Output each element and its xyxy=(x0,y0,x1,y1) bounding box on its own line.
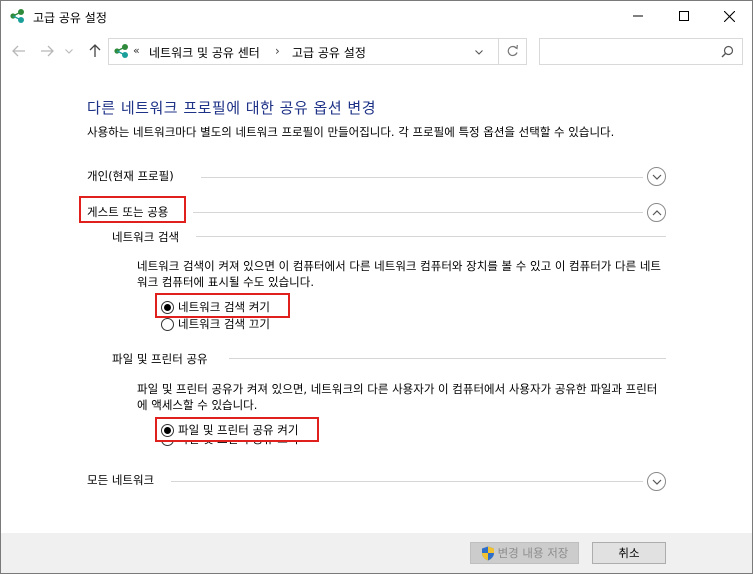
save-changes-button[interactable]: 변경 내용 저장 xyxy=(470,542,579,564)
radio-network-discovery-on-overlay[interactable]: 네트워크 검색 켜기 xyxy=(161,299,270,315)
window-title: 고급 공유 설정 xyxy=(33,11,107,25)
section-divider xyxy=(196,236,666,237)
breadcrumb-advanced-sharing-settings[interactable]: 고급 공유 설정 xyxy=(292,44,366,61)
recent-locations-button[interactable] xyxy=(63,41,75,61)
address-bar[interactable]: « 네트워크 및 공유 센터 › 고급 공유 설정 xyxy=(108,38,499,65)
navigation-bar: « 네트워크 및 공유 센터 › 고급 공유 설정 xyxy=(1,31,752,71)
arrow-up-icon xyxy=(89,44,101,57)
network-sharing-icon xyxy=(113,43,131,59)
radio-button-checked[interactable] xyxy=(161,423,174,437)
profile-all-networks-header[interactable]: 모든 네트워크 xyxy=(87,469,667,491)
close-button[interactable] xyxy=(706,1,752,31)
maximize-icon xyxy=(679,11,689,21)
minimize-icon xyxy=(633,15,643,17)
network-discovery-heading: 네트워크 검색 xyxy=(112,230,180,244)
chevron-down-icon xyxy=(652,479,661,485)
file-printer-sharing-description: 파일 및 프린터 공유가 켜져 있으면, 네트워크의 다른 사용자가 이 컴퓨터… xyxy=(137,382,658,412)
page-title: 다른 네트워크 프로필에 대한 공유 옵션 변경 xyxy=(87,99,377,117)
uac-shield-icon xyxy=(481,546,495,561)
profile-private-header[interactable]: 개인(현재 프로필) xyxy=(87,165,667,187)
section-divider xyxy=(193,212,643,213)
chevron-down-icon xyxy=(65,48,73,54)
section-divider xyxy=(229,358,666,359)
search-input[interactable] xyxy=(539,38,743,65)
radio-label: 파일 및 프린터 공유 켜기 xyxy=(178,423,299,437)
breadcrumb-overflow-button[interactable]: « xyxy=(133,44,140,57)
up-button[interactable] xyxy=(85,41,105,61)
cancel-button[interactable]: 취소 xyxy=(592,542,666,564)
close-icon xyxy=(723,10,735,22)
breadcrumb-network-sharing-center[interactable]: 네트워크 및 공유 센터 xyxy=(149,44,260,61)
chevron-down-icon xyxy=(475,49,483,55)
refresh-button[interactable] xyxy=(499,38,527,65)
radio-label: 네트워크 검색 켜기 xyxy=(178,300,270,314)
profile-private-label: 개인(현재 프로필) xyxy=(87,169,174,183)
arrow-right-icon xyxy=(41,45,54,57)
advanced-sharing-settings-window: 고급 공유 설정 « 네트워크 및 공유 센터 › 고급 공유 설정 다른 네트… xyxy=(0,0,753,574)
network-sharing-icon xyxy=(9,8,27,24)
expand-private-button[interactable] xyxy=(647,167,666,186)
footer-bar: 변경 내용 저장 취소 xyxy=(1,533,752,573)
back-button[interactable] xyxy=(9,41,29,61)
section-divider xyxy=(171,481,643,482)
minimize-button[interactable] xyxy=(615,1,661,31)
breadcrumb-separator[interactable]: › xyxy=(275,44,280,58)
chevron-up-icon xyxy=(652,209,661,215)
radio-button-checked[interactable] xyxy=(161,300,174,314)
profile-all-networks-label: 모든 네트워크 xyxy=(87,473,155,487)
network-discovery-description: 네트워크 검색이 켜져 있으면 이 컴퓨터에서 다른 네트워크 컴퓨터와 장치를… xyxy=(137,259,662,289)
expand-all-networks-button[interactable] xyxy=(647,472,666,491)
maximize-button[interactable] xyxy=(661,1,707,31)
radio-label: 네트워크 검색 끄기 xyxy=(178,317,270,331)
arrow-left-icon xyxy=(12,45,25,57)
title-bar: 고급 공유 설정 xyxy=(1,1,752,31)
radio-button[interactable] xyxy=(161,317,174,331)
collapse-guest-public-button[interactable] xyxy=(647,203,666,222)
section-divider xyxy=(201,177,643,178)
file-printer-sharing-heading: 파일 및 프린터 공유 xyxy=(112,352,208,366)
radio-file-printer-sharing-on[interactable]: 파일 및 프린터 공유 켜기 xyxy=(161,422,298,438)
content-area: 다른 네트워크 프로필에 대한 공유 옵션 변경 사용하는 네트워크마다 별도의… xyxy=(1,71,752,533)
forward-button[interactable] xyxy=(37,41,57,61)
page-description: 사용하는 네트워크마다 별도의 네트워크 프로필이 만들어집니다. 각 프로필에… xyxy=(87,125,615,139)
chevron-down-icon xyxy=(652,174,661,180)
profile-guest-public-label: 게스트 또는 공용 xyxy=(87,205,169,219)
search-icon xyxy=(721,45,734,61)
refresh-icon xyxy=(507,45,518,57)
save-changes-label: 변경 내용 저장 xyxy=(497,546,569,560)
radio-network-discovery-off[interactable]: 네트워크 검색 끄기 xyxy=(161,316,270,332)
address-dropdown-button[interactable] xyxy=(472,45,486,59)
